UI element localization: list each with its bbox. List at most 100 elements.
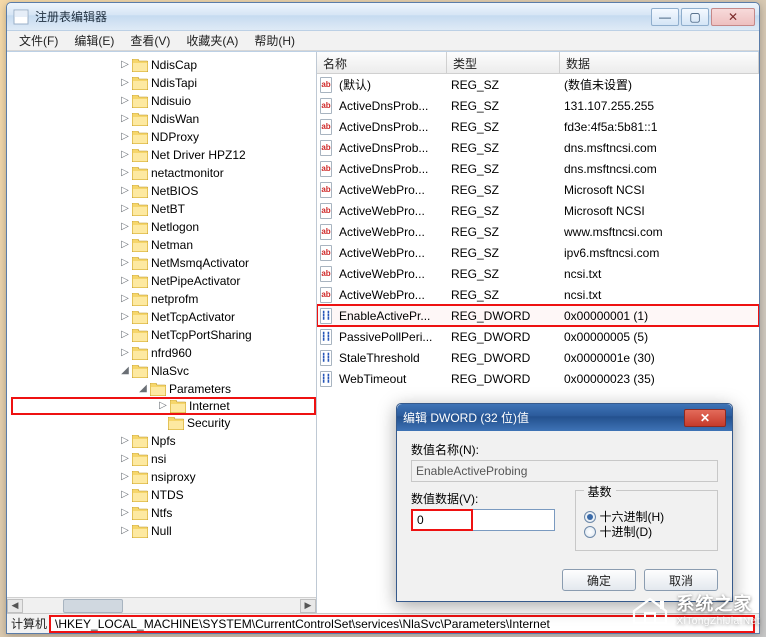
expander-icon[interactable]: ▷: [119, 128, 131, 146]
dialog-titlebar[interactable]: 编辑 DWORD (32 位)值 ✕: [397, 404, 732, 431]
table-row[interactable]: abActiveWebPro...REG_SZwww.msftncsi.com: [317, 221, 759, 242]
col-type[interactable]: 类型: [447, 52, 560, 73]
tree-item[interactable]: ▷NTDS: [11, 486, 316, 504]
expander-icon[interactable]: ▷: [119, 290, 131, 308]
expander-icon[interactable]: ▷: [119, 450, 131, 468]
close-button[interactable]: ✕: [711, 8, 755, 26]
tree-item[interactable]: ▷Ndisuio: [11, 92, 316, 110]
data-input-extend[interactable]: [473, 509, 555, 531]
col-name[interactable]: 名称: [317, 52, 447, 73]
expander-icon[interactable]: ▷: [119, 182, 131, 200]
col-data[interactable]: 数据: [560, 52, 759, 73]
tree-item[interactable]: ▷NdisCap: [11, 56, 316, 74]
tree-item[interactable]: ◢Parameters: [11, 380, 316, 398]
expander-icon[interactable]: ▷: [119, 236, 131, 254]
table-row[interactable]: abActiveWebPro...REG_SZMicrosoft NCSI: [317, 179, 759, 200]
tree-item[interactable]: ▷Npfs: [11, 432, 316, 450]
scroll-left-icon[interactable]: ◀: [7, 599, 23, 613]
folder-icon: [132, 167, 148, 180]
expander-icon[interactable]: ▷: [119, 344, 131, 362]
menu-file[interactable]: 文件(F): [11, 30, 66, 51]
table-row[interactable]: abActiveWebPro...REG_SZncsi.txt: [317, 263, 759, 284]
table-row[interactable]: ┇┇PassivePollPeri...REG_DWORD0x00000005 …: [317, 326, 759, 347]
expander-icon[interactable]: ▷: [119, 146, 131, 164]
folder-icon: [132, 489, 148, 502]
table-row[interactable]: ┇┇EnableActivePr...REG_DWORD0x00000001 (…: [317, 305, 759, 326]
scroll-thumb[interactable]: [63, 599, 123, 613]
table-row[interactable]: ┇┇StaleThresholdREG_DWORD0x0000001e (30): [317, 347, 759, 368]
minimize-button[interactable]: —: [651, 8, 679, 26]
menu-help[interactable]: 帮助(H): [246, 30, 303, 51]
value-type: REG_SZ: [447, 120, 560, 134]
tree-hscrollbar[interactable]: ◀▶: [7, 597, 316, 613]
menu-edit[interactable]: 编辑(E): [66, 30, 122, 51]
tree-item[interactable]: ▷NetBIOS: [11, 182, 316, 200]
tree-item[interactable]: ▷NetPipeActivator: [11, 272, 316, 290]
tree-item[interactable]: ▷NdisWan: [11, 110, 316, 128]
expander-icon[interactable]: ▷: [119, 92, 131, 110]
tree-item[interactable]: ▷Internet: [11, 397, 316, 415]
radio-dec[interactable]: [584, 526, 596, 538]
cancel-button[interactable]: 取消: [644, 569, 718, 591]
expander-icon[interactable]: ▷: [119, 326, 131, 344]
tree-item[interactable]: ▷nfrd960: [11, 344, 316, 362]
expander-icon[interactable]: ▷: [119, 486, 131, 504]
expander-icon[interactable]: ◢: [119, 362, 131, 380]
expander-icon[interactable]: ▷: [119, 164, 131, 182]
table-row[interactable]: abActiveDnsProb...REG_SZfd3e:4f5a:5b81::…: [317, 116, 759, 137]
tree-item[interactable]: ▷NetBT: [11, 200, 316, 218]
tree-item[interactable]: ▷Ntfs: [11, 504, 316, 522]
radio-dec-row[interactable]: 十进制(D): [584, 523, 710, 540]
tree-item[interactable]: ▷nsi: [11, 450, 316, 468]
expander-icon[interactable]: ▷: [119, 272, 131, 290]
expander-icon[interactable]: ▷: [119, 56, 131, 74]
expander-icon[interactable]: ▷: [119, 308, 131, 326]
table-row[interactable]: abActiveDnsProb...REG_SZdns.msftncsi.com: [317, 158, 759, 179]
expander-icon[interactable]: ◢: [137, 380, 149, 398]
tree-item[interactable]: ▷NetTcpPortSharing: [11, 326, 316, 344]
dialog-close-button[interactable]: ✕: [684, 409, 726, 427]
data-input[interactable]: 0: [411, 509, 473, 531]
tree-item[interactable]: ▷NetTcpActivator: [11, 308, 316, 326]
tree-item[interactable]: ▷nsiproxy: [11, 468, 316, 486]
tree-item[interactable]: ▷netactmonitor: [11, 164, 316, 182]
tree-item[interactable]: ▷NDProxy: [11, 128, 316, 146]
tree-item[interactable]: ▷ NetMsmqActivator: [11, 254, 316, 272]
table-row[interactable]: ┇┇WebTimeoutREG_DWORD0x00000023 (35): [317, 368, 759, 389]
tree-item[interactable]: ▷Net Driver HPZ12: [11, 146, 316, 164]
tree-item[interactable]: ◢NlaSvc: [11, 362, 316, 380]
watermark: 系统之家 XiTongZhiJia.Net: [630, 590, 760, 627]
expander-icon[interactable]: ▷: [119, 110, 131, 128]
expander-icon[interactable]: ▷: [119, 218, 131, 236]
table-row[interactable]: ab(默认)REG_SZ(数值未设置): [317, 74, 759, 95]
expander-icon[interactable]: ▷: [119, 504, 131, 522]
tree-pane[interactable]: ▷NdisCap▷NdisTapi▷Ndisuio▷NdisWan▷NDProx…: [7, 52, 317, 613]
menu-view[interactable]: 查看(V): [122, 30, 178, 51]
tree-item[interactable]: ▷Netman: [11, 236, 316, 254]
radio-hex[interactable]: [584, 511, 596, 523]
expander-icon[interactable]: ▷: [119, 200, 131, 218]
table-row[interactable]: abActiveDnsProb...REG_SZ131.107.255.255: [317, 95, 759, 116]
tree-item[interactable]: Security: [11, 414, 316, 432]
ok-button[interactable]: 确定: [562, 569, 636, 591]
table-row[interactable]: abActiveDnsProb...REG_SZdns.msftncsi.com: [317, 137, 759, 158]
expander-icon[interactable]: ▷: [119, 432, 131, 450]
tree-item[interactable]: ▷Netlogon: [11, 218, 316, 236]
table-row[interactable]: abActiveWebPro...REG_SZipv6.msftncsi.com: [317, 242, 759, 263]
tree-item[interactable]: ▷netprofm: [11, 290, 316, 308]
tree-item[interactable]: ▷NdisTapi: [11, 74, 316, 92]
table-row[interactable]: abActiveWebPro...REG_SZMicrosoft NCSI: [317, 200, 759, 221]
tree-label: NetMsmqActivator: [151, 254, 249, 272]
expander-icon[interactable]: ▷: [157, 397, 169, 415]
tree-item[interactable]: ▷Null: [11, 522, 316, 540]
titlebar[interactable]: 注册表编辑器 — ▢ ✕: [7, 3, 759, 31]
table-row[interactable]: abActiveWebPro...REG_SZncsi.txt: [317, 284, 759, 305]
scroll-right-icon[interactable]: ▶: [300, 599, 316, 613]
menu-fav[interactable]: 收藏夹(A): [178, 30, 246, 51]
expander-icon[interactable]: ▷: [119, 468, 131, 486]
expander-icon[interactable]: ▷: [119, 254, 131, 272]
expander-icon[interactable]: ▷: [119, 522, 131, 540]
value-data: dns.msftncsi.com: [560, 162, 759, 176]
maximize-button[interactable]: ▢: [681, 8, 709, 26]
expander-icon[interactable]: ▷: [119, 74, 131, 92]
